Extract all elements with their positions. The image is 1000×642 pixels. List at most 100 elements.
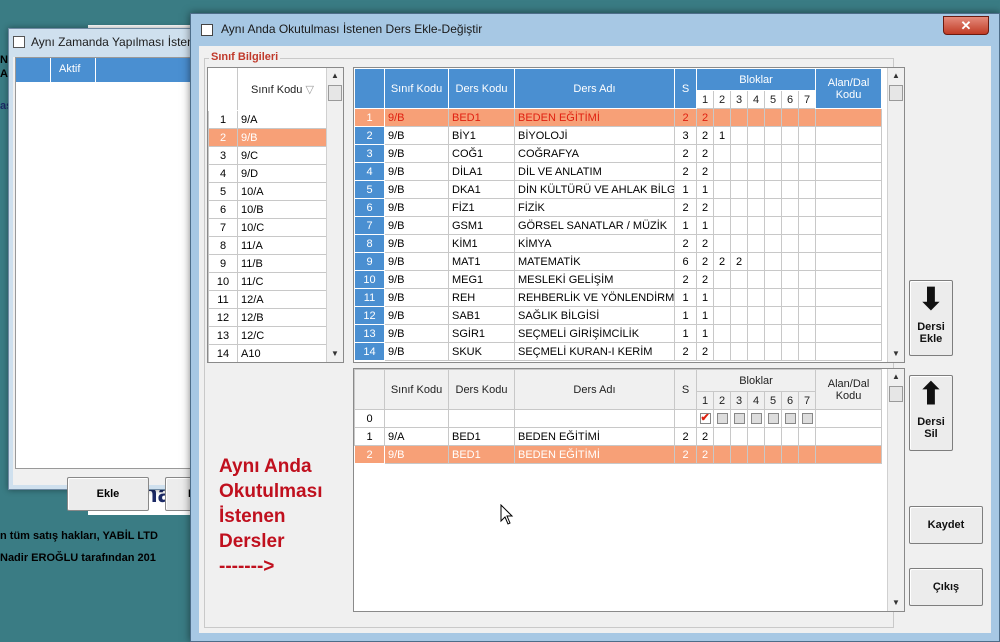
table-row[interactable]: 7 9/B GSM1 GÖRSEL SANATLAR / MÜZİK 11 bbox=[354, 216, 883, 235]
table-row[interactable]: 2 9/B BED1 BEDEN EĞİTİMİ 22 bbox=[354, 445, 883, 464]
table-row[interactable]: 1 9/B BED1 BEDEN EĞİTİMİ 22 bbox=[354, 108, 883, 127]
block-cell[interactable] bbox=[747, 144, 765, 163]
block-cell[interactable] bbox=[747, 342, 765, 361]
block-cell[interactable] bbox=[764, 306, 782, 325]
hours-cell[interactable]: 2 bbox=[674, 234, 697, 253]
scroll-up-icon[interactable]: ▲ bbox=[888, 68, 904, 84]
class-code-cell[interactable]: 9/B bbox=[237, 128, 328, 147]
column-header-class-code[interactable]: Sınıf Kodu bbox=[384, 68, 449, 109]
block-cell[interactable] bbox=[747, 252, 765, 271]
scroll-thumb[interactable] bbox=[328, 85, 342, 101]
block-cell[interactable] bbox=[730, 162, 748, 181]
scroll-thumb[interactable] bbox=[889, 386, 903, 402]
selected-grid-scrollbar[interactable]: ▲ ▼ bbox=[887, 369, 904, 611]
block-cell[interactable] bbox=[797, 342, 817, 361]
block-cell[interactable] bbox=[781, 216, 799, 235]
block-checkbox[interactable] bbox=[801, 413, 813, 425]
lesson-code-cell[interactable]: SAB1 bbox=[448, 306, 515, 325]
block-cell[interactable] bbox=[781, 252, 799, 271]
block-cell[interactable] bbox=[730, 216, 748, 235]
scroll-up-icon[interactable]: ▲ bbox=[888, 369, 904, 385]
column-header-area-code[interactable]: Alan/Dal Kodu bbox=[815, 369, 883, 410]
class-code-cell[interactable]: 9/B bbox=[384, 180, 449, 199]
table-row[interactable]: 11 9/B REH REHBERLİK VE YÖNLENDİRME 11 bbox=[354, 288, 883, 307]
lessons-grid-scrollbar[interactable]: ▲ ▼ bbox=[887, 68, 904, 362]
table-row[interactable]: 5 9/B DKA1 DİN KÜLTÜRÜ VE AHLAK BİLGİSİ … bbox=[354, 180, 883, 199]
table-row[interactable]: 8 9/B KİM1 KİMYA 22 bbox=[354, 234, 883, 253]
block-cell[interactable] bbox=[713, 270, 731, 289]
class-code-cell[interactable]: 9/B bbox=[384, 234, 449, 253]
block-cell[interactable] bbox=[797, 234, 817, 253]
table-row[interactable]: 12 12/B bbox=[208, 308, 328, 327]
class-code-cell[interactable]: 9/B bbox=[384, 162, 449, 181]
block-cell[interactable]: 2 bbox=[696, 427, 714, 446]
block-cell[interactable]: 2 bbox=[696, 252, 714, 271]
table-row[interactable]: 0 ✔ bbox=[354, 409, 883, 428]
column-header-lesson-name[interactable]: Ders Adı bbox=[514, 68, 675, 109]
table-row[interactable]: 13 9/B SGİR1 SEÇMELİ GİRİŞİMCİLİK 11 bbox=[354, 324, 883, 343]
block-cell[interactable] bbox=[781, 288, 799, 307]
block-cell[interactable] bbox=[764, 234, 782, 253]
lesson-code-cell[interactable]: SKUK bbox=[448, 342, 515, 361]
hours-cell[interactable]: 6 bbox=[674, 252, 697, 271]
block-cell[interactable] bbox=[730, 126, 748, 145]
table-row[interactable]: 3 9/C bbox=[208, 146, 328, 165]
back-window[interactable]: Aynı Zamanda Yapılması İsten Aktif Ekle … bbox=[8, 28, 225, 511]
class-grid-scrollbar[interactable]: ▲ ▼ bbox=[326, 68, 343, 362]
block-cell[interactable] bbox=[730, 108, 748, 127]
block-cell[interactable] bbox=[797, 324, 817, 343]
block-cell[interactable] bbox=[713, 427, 731, 446]
block-cell[interactable] bbox=[764, 324, 782, 343]
lesson-code-cell[interactable]: KİM1 bbox=[448, 234, 515, 253]
lesson-name-cell[interactable]: SAĞLIK BİLGİSİ bbox=[514, 306, 675, 325]
block-cell[interactable]: 2 bbox=[696, 162, 714, 181]
hours-cell[interactable]: 2 bbox=[674, 270, 697, 289]
block-cell[interactable] bbox=[747, 234, 765, 253]
table-row[interactable]: 9 9/B MAT1 MATEMATİK 6222 bbox=[354, 252, 883, 271]
hours-cell[interactable]: 2 bbox=[674, 427, 697, 446]
block-cell[interactable] bbox=[730, 198, 748, 217]
class-code-cell[interactable]: 9/B bbox=[384, 306, 449, 325]
lesson-code-cell[interactable]: BED1 bbox=[448, 427, 515, 446]
block-cell[interactable] bbox=[747, 216, 765, 235]
class-code-cell[interactable]: 9/B bbox=[384, 108, 449, 127]
block-cell[interactable]: 2 bbox=[713, 252, 731, 271]
block-cell[interactable]: 2 bbox=[696, 270, 714, 289]
lesson-name-cell[interactable]: COĞRAFYA bbox=[514, 144, 675, 163]
block-checkbox[interactable]: ✔ bbox=[699, 413, 711, 425]
class-code-cell[interactable]: 9/B bbox=[384, 288, 449, 307]
lesson-name-cell[interactable]: MATEMATİK bbox=[514, 252, 675, 271]
class-code-cell[interactable]: 12/B bbox=[237, 308, 328, 327]
area-code-cell[interactable] bbox=[815, 234, 883, 253]
area-code-cell[interactable] bbox=[815, 252, 883, 271]
hours-cell[interactable]: 2 bbox=[674, 445, 697, 464]
area-code-cell[interactable] bbox=[815, 144, 883, 163]
hours-cell[interactable]: 2 bbox=[674, 198, 697, 217]
block-cell[interactable] bbox=[747, 162, 765, 181]
block-cell[interactable] bbox=[747, 270, 765, 289]
column-header-class-code[interactable]: Sınıf Kodu ▽ bbox=[237, 68, 328, 111]
block-cell[interactable] bbox=[797, 126, 817, 145]
column-header-aktif[interactable]: Aktif bbox=[51, 58, 96, 82]
hours-cell[interactable]: 2 bbox=[674, 342, 697, 361]
block-cell[interactable] bbox=[797, 180, 817, 199]
block-cell[interactable] bbox=[730, 427, 748, 446]
block-cell[interactable] bbox=[764, 144, 782, 163]
lesson-name-cell[interactable]: FİZİK bbox=[514, 198, 675, 217]
block-cell[interactable] bbox=[797, 216, 817, 235]
column-header-blocks[interactable]: Bloklar bbox=[695, 68, 817, 91]
selected-lessons-grid[interactable]: Sınıf Kodu Ders Kodu Ders Adı S Bloklar … bbox=[353, 368, 905, 612]
area-code-cell[interactable] bbox=[815, 216, 883, 235]
area-code-cell[interactable] bbox=[815, 324, 883, 343]
hours-cell[interactable]: 1 bbox=[674, 180, 697, 199]
column-header-lesson-name[interactable]: Ders Adı bbox=[514, 369, 675, 410]
block-cell[interactable] bbox=[713, 324, 731, 343]
class-code-cell[interactable]: 12/C bbox=[237, 326, 328, 345]
block-cell[interactable] bbox=[764, 198, 782, 217]
block-cell[interactable] bbox=[764, 216, 782, 235]
hours-cell[interactable]: 2 bbox=[674, 144, 697, 163]
lesson-code-cell[interactable]: BİY1 bbox=[448, 126, 515, 145]
table-row[interactable]: 10 11/C bbox=[208, 272, 328, 291]
lesson-name-cell[interactable]: REHBERLİK VE YÖNLENDİRME bbox=[514, 288, 675, 307]
block-cell[interactable] bbox=[764, 288, 782, 307]
